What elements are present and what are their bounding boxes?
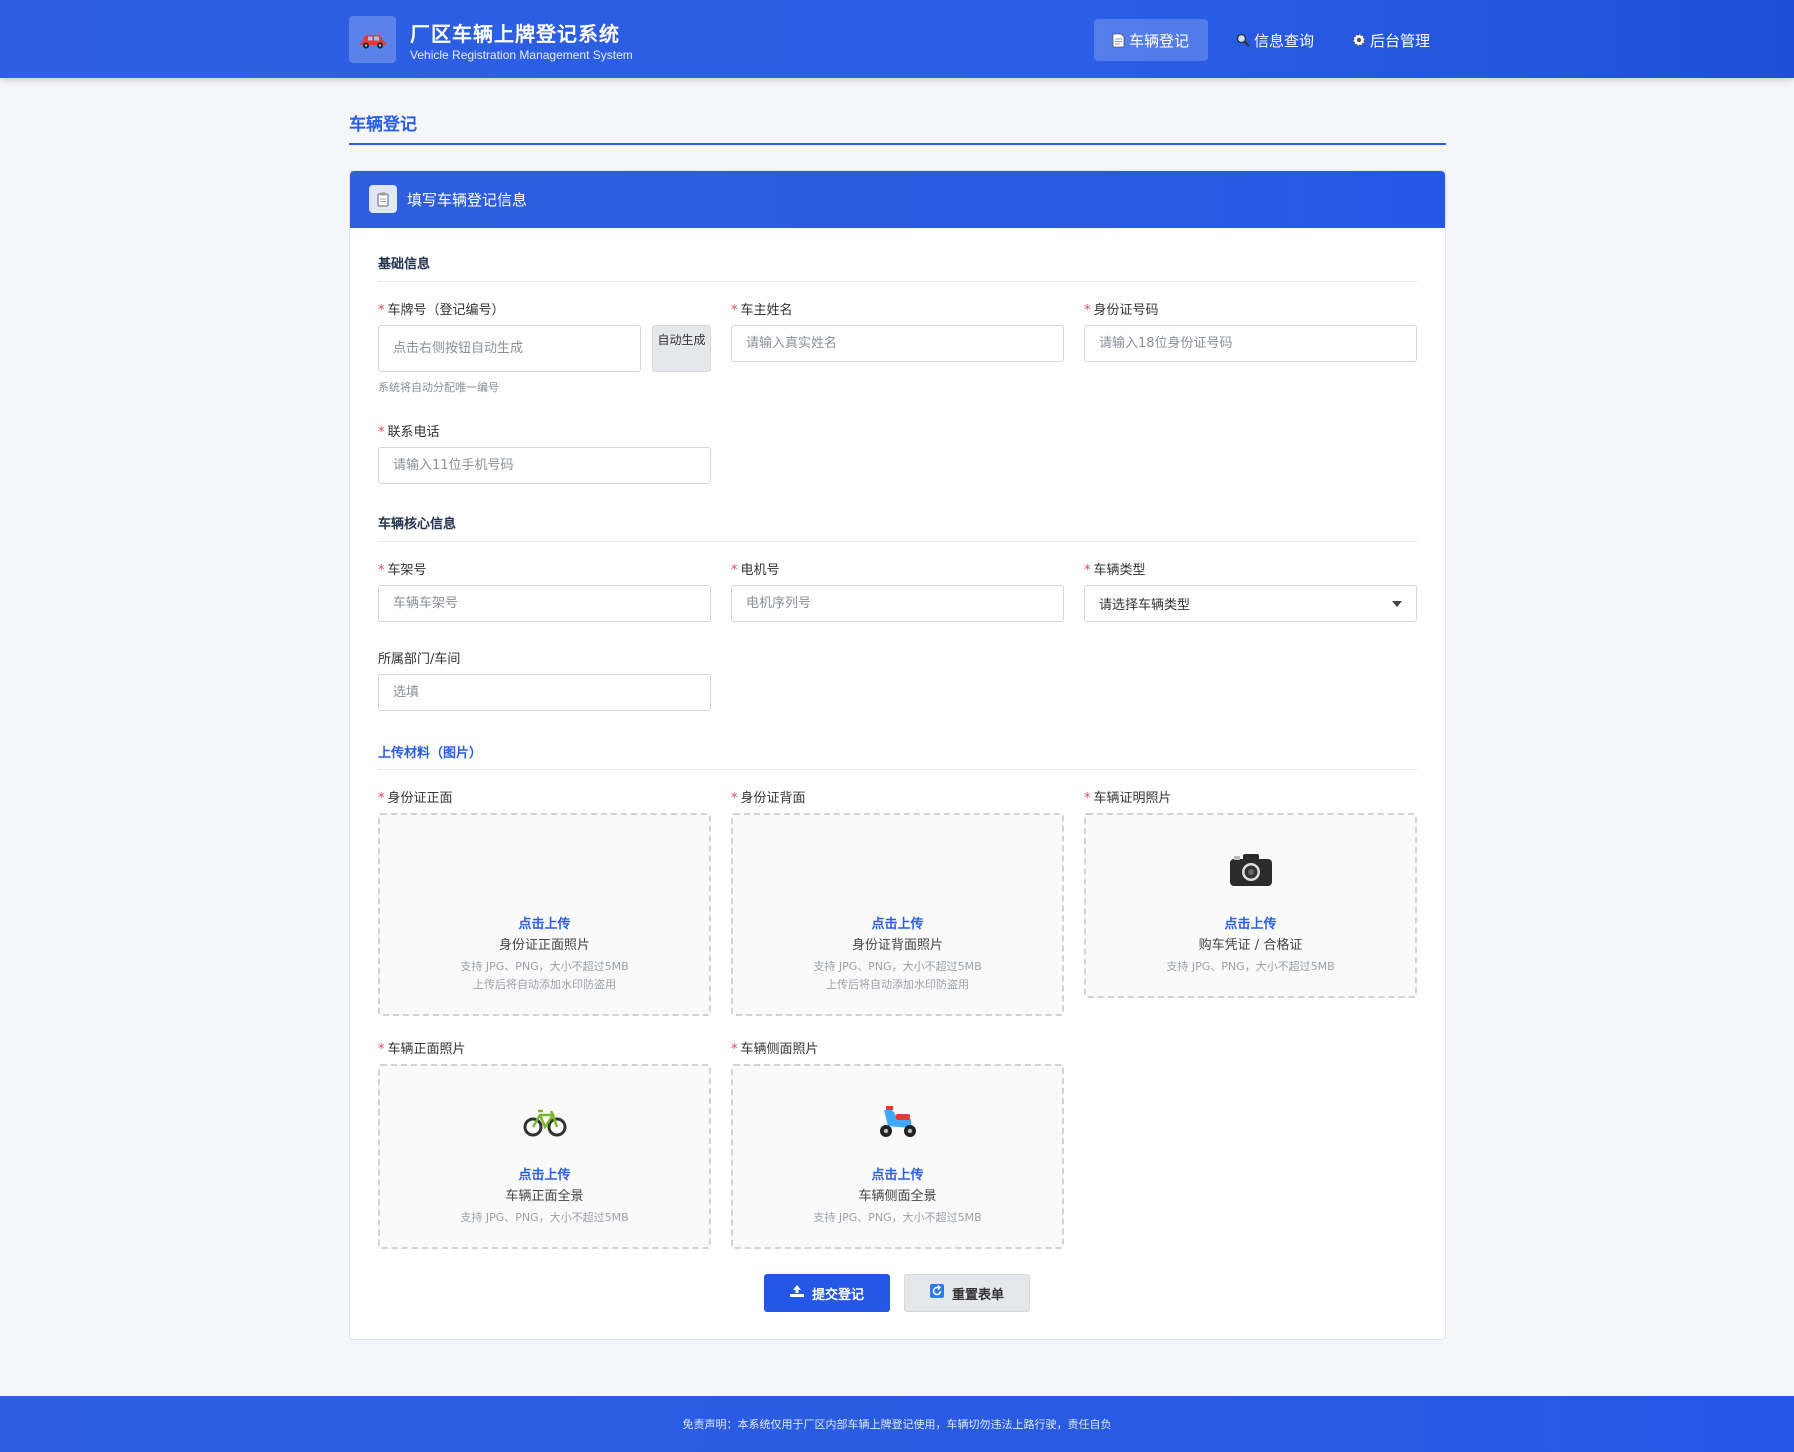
refresh-icon: [929, 1284, 944, 1302]
vehicle-side-upload[interactable]: 点击上传 车辆侧面全景 支持 JPG、PNG，大小不超过5MB: [731, 1064, 1064, 1249]
nav-label: 车辆登记: [1129, 31, 1190, 50]
registration-card: 填写车辆登记信息 基础信息 *车牌号（登记编号） 自动生成 系统将自动分配唯一编…: [349, 170, 1446, 1340]
proof-label: * 车辆证明照片: [1084, 791, 1172, 806]
footer-disclaimer: 免责声明：本系统仅用于厂区内部车辆上牌登记使用，车辆切勿违法上路行驶，责任自负: [682, 1418, 1112, 1431]
upload-link[interactable]: 点击上传: [733, 1164, 1062, 1183]
title-divider: [349, 143, 1446, 145]
upload-note: 支持 JPG、PNG，大小不超过5MB: [813, 960, 982, 973]
required-mark: *: [731, 563, 738, 578]
id-back-label: * 身份证背面: [731, 791, 806, 806]
id-back-upload[interactable]: 点击上传 身份证背面照片 支持 JPG、PNG，大小不超过5MB 上传后将自动添…: [731, 813, 1064, 1016]
upload-desc: 身份证背面照片: [851, 938, 943, 953]
upload-link[interactable]: 点击上传: [380, 1164, 709, 1183]
upload-link[interactable]: 点击上传: [733, 913, 1062, 932]
vehicle-side-label: * 车辆侧面照片: [731, 1042, 819, 1057]
gear-icon: [1352, 33, 1366, 47]
section-basic-title: 基础信息: [378, 257, 431, 272]
section-divider: [378, 769, 1417, 770]
id-number-label: * 身份证号码: [1084, 303, 1159, 318]
footer: 免责声明：本系统仅用于厂区内部车辆上牌登记使用，车辆切勿违法上路行驶，责任自负: [0, 1396, 1794, 1452]
section-divider: [378, 281, 1417, 282]
required-mark: *: [1084, 791, 1091, 806]
section-core-title: 车辆核心信息: [378, 517, 457, 532]
section-upload-title: 上传材料（图片）: [378, 746, 483, 761]
upload-link[interactable]: 点击上传: [380, 913, 709, 932]
vehicle-type-value: 请选择车辆类型: [1099, 598, 1191, 613]
frame-label: * 车架号: [378, 563, 427, 578]
upload-link[interactable]: 点击上传: [1086, 913, 1415, 932]
required-mark: *: [731, 791, 738, 806]
app-title: 厂区车辆上牌登记系统: [410, 22, 620, 46]
app-header: 厂区车辆上牌登记系统 Vehicle Registration Manageme…: [0, 0, 1794, 78]
chevron-down-icon: [1392, 600, 1402, 607]
document-icon: [1112, 33, 1125, 48]
frame-number-input[interactable]: [378, 585, 711, 622]
upload-note: 支持 JPG、PNG，大小不超过5MB: [460, 1211, 629, 1224]
id-front-upload[interactable]: 点击上传 身份证正面照片 支持 JPG、PNG，大小不超过5MB 上传后将自动添…: [378, 813, 711, 1016]
required-mark: *: [378, 1042, 385, 1057]
required-mark: *: [731, 1042, 738, 1057]
plate-hint: 系统将自动分配唯一编号: [378, 381, 499, 394]
required-mark: *: [1084, 563, 1091, 578]
upload-note: 支持 JPG、PNG，大小不超过5MB: [813, 1211, 982, 1224]
scooter-icon: [733, 1104, 1062, 1140]
nav-label: 信息查询: [1254, 31, 1315, 50]
required-mark: *: [378, 791, 385, 806]
card-header: 填写车辆登记信息: [350, 171, 1445, 228]
vehicle-front-label: * 车辆正面照片: [378, 1042, 466, 1057]
nav-admin[interactable]: 后台管理: [1334, 19, 1448, 61]
motor-label: * 电机号: [731, 563, 780, 578]
owner-label: * 车主姓名: [731, 303, 793, 318]
plate-input[interactable]: [378, 325, 641, 372]
required-mark: *: [731, 303, 738, 318]
required-mark: *: [378, 425, 385, 440]
nav-label: 后台管理: [1370, 31, 1431, 50]
id-number-input[interactable]: [1084, 325, 1417, 362]
bicycle-icon: [380, 1106, 709, 1138]
upload-note: 支持 JPG、PNG，大小不超过5MB: [460, 960, 629, 973]
car-icon: [349, 16, 396, 63]
upload-tray-icon: [789, 1285, 804, 1301]
id-front-label: * 身份证正面: [378, 791, 453, 806]
motor-number-input[interactable]: [731, 585, 1064, 622]
camera-icon: [1086, 853, 1415, 887]
card-title: 填写车辆登记信息: [407, 191, 528, 209]
phone-input[interactable]: [378, 447, 711, 484]
reset-button[interactable]: 重置表单: [904, 1274, 1030, 1312]
upload-note-watermark: 上传后将自动添加水印防盗用: [826, 978, 969, 991]
required-mark: *: [378, 563, 385, 578]
nav-info-query[interactable]: 信息查询: [1218, 19, 1332, 61]
clipboard-icon: [369, 185, 397, 213]
vehicle-proof-upload[interactable]: 点击上传 购车凭证 / 合格证 支持 JPG、PNG，大小不超过5MB: [1084, 813, 1417, 998]
required-mark: *: [378, 303, 385, 318]
nav-vehicle-register[interactable]: 车辆登记: [1094, 19, 1208, 61]
submit-label: 提交登记: [811, 1287, 864, 1303]
upload-desc: 车辆侧面全景: [858, 1189, 937, 1204]
upload-desc: 购车凭证 / 合格证: [1198, 938, 1303, 953]
department-label: 所属部门/车间: [378, 652, 461, 667]
department-input[interactable]: [378, 674, 711, 711]
required-mark: *: [1084, 303, 1091, 318]
phone-label: * 联系电话: [378, 425, 440, 440]
upload-note: 支持 JPG、PNG，大小不超过5MB: [1166, 960, 1335, 973]
auto-generate-button[interactable]: 自动生成: [652, 325, 711, 372]
vehicle-type-select[interactable]: 请选择车辆类型: [1084, 585, 1417, 622]
reset-label: 重置表单: [951, 1287, 1004, 1303]
magnifier-icon: [1236, 33, 1250, 47]
page-title: 车辆登记: [349, 115, 417, 135]
app-subtitle: Vehicle Registration Management System: [410, 48, 633, 62]
upload-note-watermark: 上传后将自动添加水印防盗用: [473, 978, 616, 991]
vehicle-front-upload[interactable]: 点击上传 车辆正面全景 支持 JPG、PNG，大小不超过5MB: [378, 1064, 711, 1249]
owner-name-input[interactable]: [731, 325, 1064, 362]
upload-desc: 车辆正面全景: [505, 1189, 584, 1204]
section-divider: [378, 541, 1417, 542]
plate-label: * 车牌号（登记编号）: [378, 303, 505, 318]
submit-button[interactable]: 提交登记: [764, 1274, 890, 1312]
upload-desc: 身份证正面照片: [498, 938, 590, 953]
vehicle-type-label: * 车辆类型: [1084, 563, 1146, 578]
